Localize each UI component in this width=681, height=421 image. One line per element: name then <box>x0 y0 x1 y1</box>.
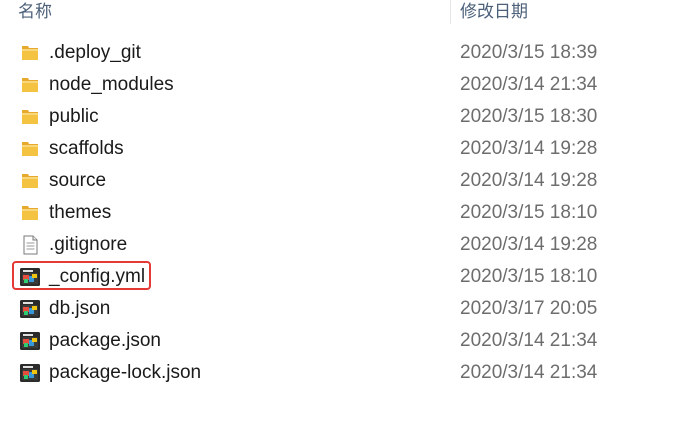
file-row[interactable]: public 2020/3/15 18:30 <box>0 101 681 133</box>
file-name: scaffolds <box>49 138 124 159</box>
text-file-icon <box>19 235 41 255</box>
folder-icon <box>19 43 41 63</box>
file-name: package-lock.json <box>49 362 202 383</box>
column-divider[interactable] <box>450 0 451 24</box>
file-name: .deploy_git <box>49 42 141 63</box>
file-date: 2020/3/15 18:10 <box>460 266 598 287</box>
folder-icon <box>19 171 41 191</box>
folder-icon <box>19 75 41 95</box>
file-row[interactable]: package-lock.json 2020/3/14 21:34 <box>0 357 681 389</box>
file-date: 2020/3/14 21:34 <box>460 330 598 351</box>
file-explorer: 名称 修改日期 .deploy_git 2020/3/15 18:39 node… <box>0 0 681 421</box>
column-header: 名称 修改日期 <box>0 0 681 24</box>
file-date: 2020/3/17 20:05 <box>460 298 598 319</box>
file-row[interactable]: scaffolds 2020/3/14 19:28 <box>0 133 681 165</box>
app-file-icon <box>19 331 41 351</box>
app-file-icon <box>19 267 41 287</box>
file-row[interactable]: source 2020/3/14 19:28 <box>0 165 681 197</box>
file-name: public <box>49 106 99 127</box>
file-date: 2020/3/14 21:34 <box>460 74 598 95</box>
file-name: node_modules <box>49 74 174 95</box>
file-name: db.json <box>49 298 111 319</box>
file-date: 2020/3/15 18:10 <box>460 202 598 223</box>
folder-icon <box>19 139 41 159</box>
file-date: 2020/3/15 18:30 <box>460 106 598 127</box>
file-name: package.json <box>49 330 161 351</box>
file-date: 2020/3/14 19:28 <box>460 170 598 191</box>
file-list: .deploy_git 2020/3/15 18:39 node_modules… <box>0 37 681 389</box>
file-row[interactable]: package.json 2020/3/14 21:34 <box>0 325 681 357</box>
name-column-header[interactable]: 名称 <box>18 0 52 22</box>
folder-icon <box>19 203 41 223</box>
file-row[interactable]: .gitignore 2020/3/14 19:28 <box>0 229 681 261</box>
file-date: 2020/3/14 19:28 <box>460 138 598 159</box>
folder-icon <box>19 107 41 127</box>
file-date: 2020/3/14 19:28 <box>460 234 598 255</box>
file-name: .gitignore <box>49 234 128 255</box>
app-file-icon <box>19 363 41 383</box>
file-name: source <box>49 170 107 191</box>
file-date: 2020/3/14 21:34 <box>460 362 598 383</box>
file-name: themes <box>49 202 112 223</box>
file-row[interactable]: node_modules 2020/3/14 21:34 <box>0 69 681 101</box>
file-row[interactable]: themes 2020/3/15 18:10 <box>0 197 681 229</box>
file-row[interactable]: db.json 2020/3/17 20:05 <box>0 293 681 325</box>
file-date: 2020/3/15 18:39 <box>460 42 598 63</box>
file-row[interactable]: .deploy_git 2020/3/15 18:39 <box>0 37 681 69</box>
date-modified-column-header[interactable]: 修改日期 <box>460 0 528 22</box>
file-name: _config.yml <box>49 266 146 287</box>
file-row-highlighted[interactable]: _config.yml 2020/3/15 18:10 <box>0 261 681 293</box>
app-file-icon <box>19 299 41 319</box>
